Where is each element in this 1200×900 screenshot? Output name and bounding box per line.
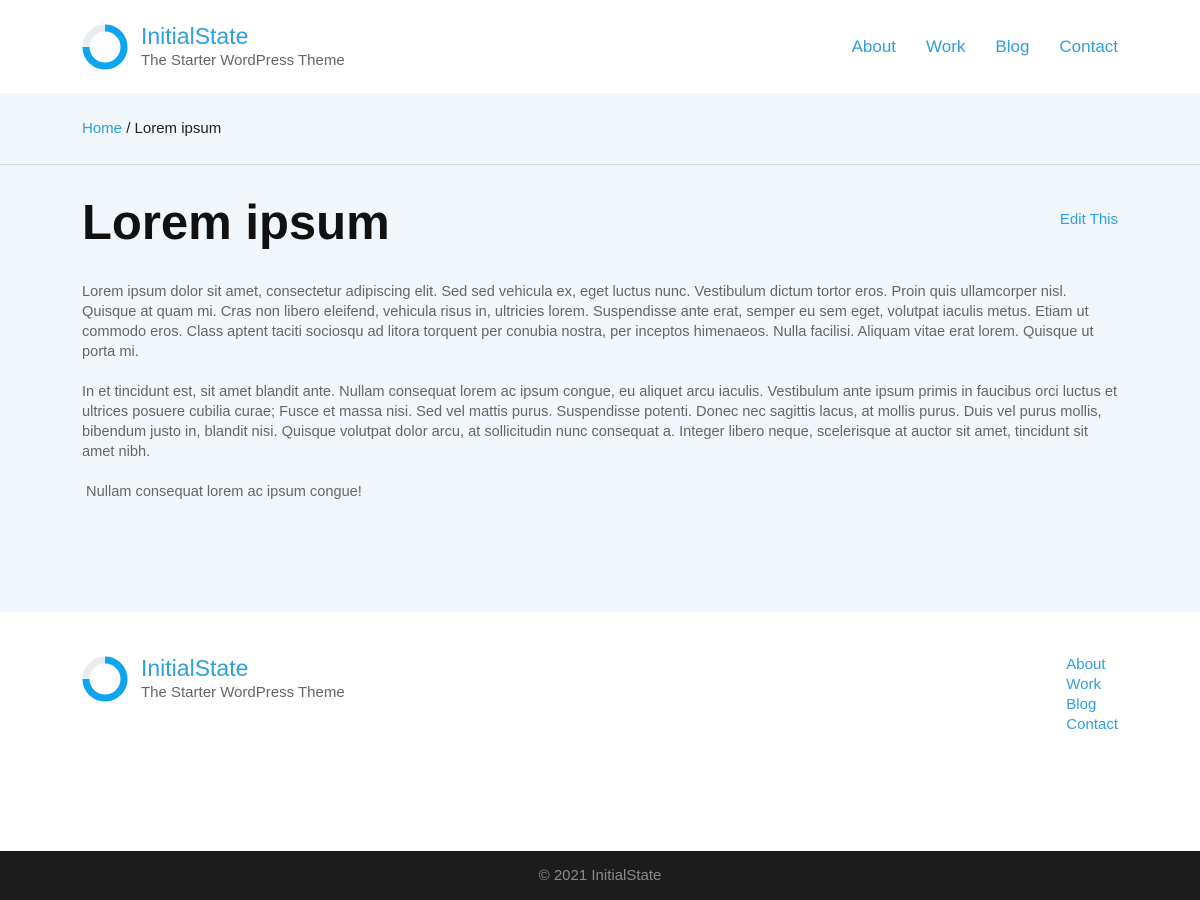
footer-nav-about-link[interactable]: About (1066, 655, 1105, 675)
nav-work-link[interactable]: Work (926, 36, 965, 58)
page-body: Lorem ipsum dolor sit amet, consectetur … (82, 282, 1122, 522)
copyright-bar: © 2021 InitialState (0, 851, 1200, 900)
footer-brand-text: InitialState The Starter WordPress Theme (141, 654, 345, 703)
ring-logo-icon (82, 656, 128, 702)
ring-logo-icon (82, 24, 128, 70)
nav-blog-link[interactable]: Blog (995, 36, 1029, 58)
nav-about-link[interactable]: About (852, 36, 896, 58)
edit-this-link[interactable]: Edit This (1060, 210, 1118, 230)
nav-contact-link[interactable]: Contact (1059, 36, 1118, 58)
main-nav: About Work Blog Contact (852, 36, 1118, 58)
footer-site-tagline: The Starter WordPress Theme (141, 684, 345, 701)
footer-nav-work-link[interactable]: Work (1066, 675, 1101, 695)
site-footer: InitialState The Starter WordPress Theme… (0, 612, 1200, 851)
site-tagline: The Starter WordPress Theme (141, 52, 345, 69)
breadcrumb-separator: / (126, 120, 131, 137)
site-brand-link[interactable]: InitialState The Starter WordPress Theme (82, 22, 345, 71)
copyright-text: © 2021 InitialState (538, 867, 662, 884)
footer-nav: About Work Blog Contact (1066, 655, 1118, 735)
body-paragraph: Lorem ipsum dolor sit amet, consectetur … (82, 284, 1094, 360)
breadcrumb-home-link[interactable]: Home (82, 120, 122, 137)
footer-nav-blog-link[interactable]: Blog (1066, 695, 1096, 715)
body-paragraph: In et tincidunt est, sit amet blandit an… (82, 384, 1118, 460)
footer-nav-contact-link[interactable]: Contact (1066, 715, 1118, 735)
site-title: InitialState (141, 23, 249, 49)
site-header: InitialState The Starter WordPress Theme… (0, 0, 1200, 93)
brand-text: InitialState The Starter WordPress Theme (141, 22, 345, 71)
footer-brand-link[interactable]: InitialState The Starter WordPress Theme (82, 654, 345, 703)
breadcrumb-bar: Home / Lorem ipsum (0, 93, 1200, 165)
breadcrumb-current: Lorem ipsum (134, 120, 222, 137)
content-area: Home / Lorem ipsum Lorem ipsum Edit This… (0, 93, 1200, 612)
page-title: Lorem ipsum (82, 196, 390, 250)
breadcrumb: Home / Lorem ipsum (82, 119, 221, 139)
footer-site-title: InitialState (141, 655, 249, 681)
body-paragraph: Nullam consequat lorem ac ipsum congue! (82, 484, 362, 500)
